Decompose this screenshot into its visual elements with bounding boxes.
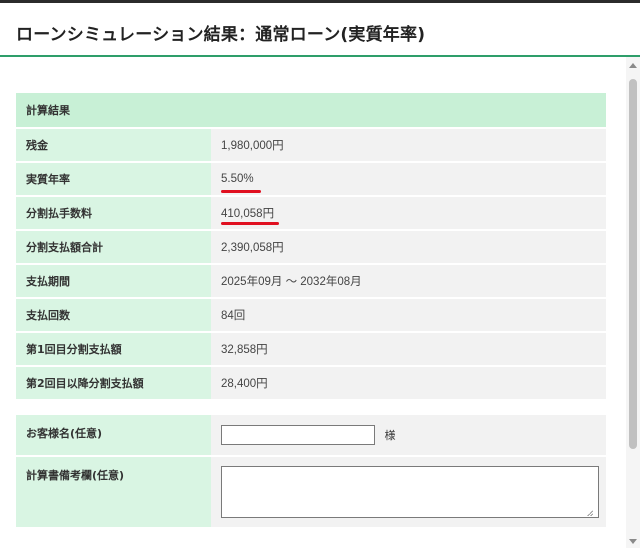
- table-row: 第1回目分割支払額 32,858円: [16, 333, 606, 365]
- row-value-apr-cell: 5.50%: [211, 163, 606, 195]
- customer-name-label: お客様名(任意): [16, 415, 211, 455]
- row-label-total-installment: 分割支払額合計: [16, 231, 211, 263]
- row-value-installment-fee: 410,058円: [221, 208, 275, 220]
- row-label-first-payment: 第1回目分割支払額: [16, 333, 211, 365]
- table-row: 分割支払額合計 2,390,058円: [16, 231, 606, 263]
- row-value-installment-fee-cell: 410,058円: [211, 197, 606, 229]
- table-row: 残金 1,980,000円: [16, 129, 606, 161]
- table-row: 分割払手数料 410,058円: [16, 197, 606, 229]
- scroll-up-arrow-icon[interactable]: [629, 63, 637, 68]
- content-area: 計算結果 残金 1,980,000円 実質年率 5.50% 分割払手数料 410…: [0, 57, 626, 548]
- apr-value-wrap: 5.50%: [221, 173, 261, 193]
- form-row-memo: 計算書備考欄(任意): [16, 457, 606, 527]
- customer-name-cell: 様: [211, 415, 606, 455]
- resize-grip-icon[interactable]: [587, 510, 593, 516]
- vertical-scrollbar[interactable]: [626, 57, 640, 548]
- memo-cell: [211, 457, 606, 527]
- page-title: ローンシミュレーション結果：通常ローン(実質年率): [16, 25, 426, 45]
- row-value-total-installment: 2,390,058円: [211, 231, 606, 263]
- row-value-first-payment: 32,858円: [211, 333, 606, 365]
- table-row: 第2回目以降分割支払額 28,400円: [16, 367, 606, 399]
- row-label-installment-fee: 分割払手数料: [16, 197, 211, 229]
- result-header-label: 計算結果: [16, 93, 606, 127]
- table-row: 支払期間 2025年09月 ～ 2032年08月: [16, 265, 606, 297]
- row-label-subsequent-payment: 第2回目以降分割支払額: [16, 367, 211, 399]
- result-table: 計算結果 残金 1,980,000円 実質年率 5.50% 分割払手数料 410…: [16, 91, 606, 401]
- result-table-header: 計算結果: [16, 93, 606, 127]
- fee-value-wrap: 410,058円: [221, 205, 279, 225]
- page-header: ローンシミュレーション結果：通常ローン(実質年率): [0, 3, 640, 57]
- scrollbar-thumb[interactable]: [629, 79, 637, 449]
- scroll-down-arrow-icon[interactable]: [629, 539, 637, 544]
- row-label-remaining-balance: 残金: [16, 129, 211, 161]
- customer-form: お客様名(任意) 様 計算書備考欄(任意): [16, 413, 606, 529]
- table-row: 支払回数 84回: [16, 299, 606, 331]
- customer-name-suffix: 様: [384, 429, 396, 442]
- memo-label: 計算書備考欄(任意): [16, 457, 211, 527]
- memo-textarea[interactable]: [221, 466, 599, 518]
- row-label-payment-count: 支払回数: [16, 299, 211, 331]
- row-value-payment-count: 84回: [211, 299, 606, 331]
- row-label-payment-period: 支払期間: [16, 265, 211, 297]
- form-row-customer-name: お客様名(任意) 様: [16, 415, 606, 455]
- memo-wrap: [221, 466, 599, 518]
- red-underline-annotation: [221, 190, 261, 193]
- customer-name-input[interactable]: [221, 425, 375, 445]
- row-value-remaining-balance: 1,980,000円: [211, 129, 606, 161]
- table-row: 実質年率 5.50%: [16, 163, 606, 195]
- red-underline-annotation: [221, 222, 279, 225]
- row-value-payment-period: 2025年09月 ～ 2032年08月: [211, 265, 606, 297]
- row-value-apr: 5.50%: [221, 173, 254, 185]
- row-value-subsequent-payment: 28,400円: [211, 367, 606, 399]
- row-label-apr: 実質年率: [16, 163, 211, 195]
